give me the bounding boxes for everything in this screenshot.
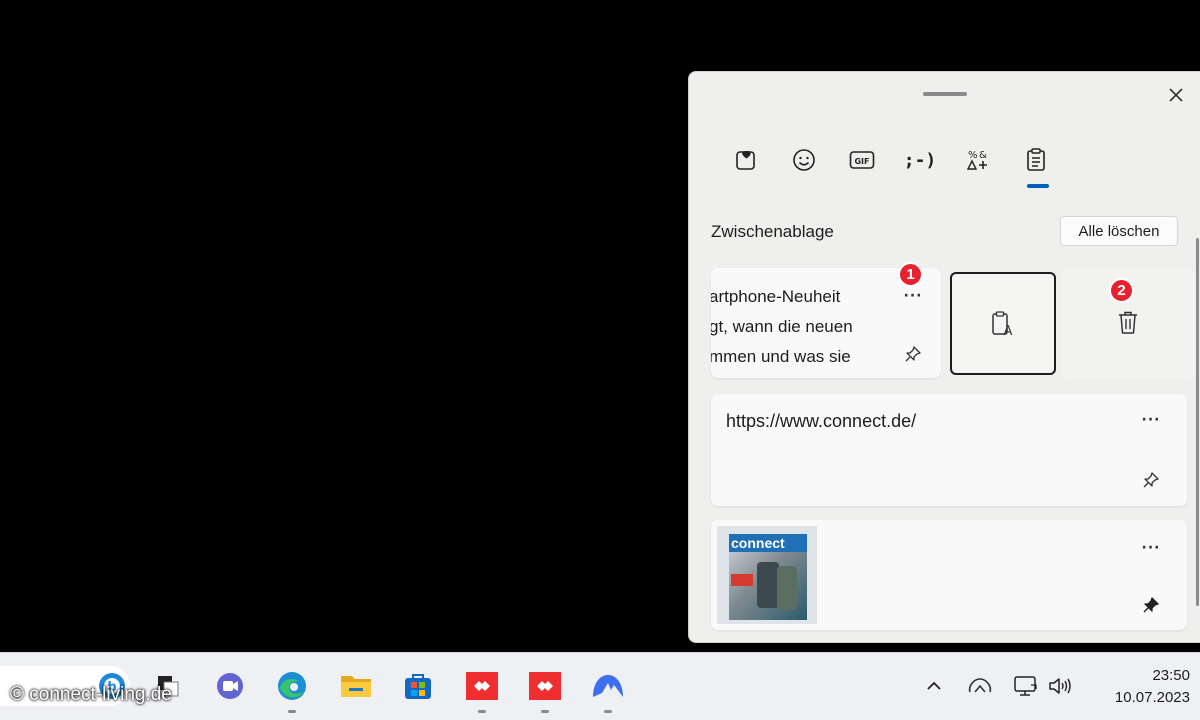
running-indicator: [288, 710, 296, 713]
pin-icon: [1143, 472, 1159, 488]
network-icon: [1014, 676, 1037, 696]
more-options-button[interactable]: ···: [1139, 538, 1163, 558]
more-options-button[interactable]: ···: [1139, 410, 1163, 430]
taskbar-store[interactable]: [400, 669, 436, 703]
favorites-icon: [736, 151, 755, 170]
magazine-phone-image: [777, 566, 797, 610]
running-indicator: [478, 710, 486, 713]
clipboard-item-text: artphone-Neuheit gt, wann die neuen mmen…: [711, 287, 853, 366]
scrollbar[interactable]: [1196, 238, 1199, 606]
taskbar: b 23:50 10.07.2023: [0, 652, 1200, 720]
file-explorer-icon: [341, 676, 371, 697]
gif-icon: GIF: [849, 151, 875, 169]
svg-text:%: %: [968, 150, 978, 161]
tray-network[interactable]: [1012, 673, 1038, 699]
magazine-cover-badge: [731, 574, 753, 586]
tab-gif[interactable]: GIF: [833, 138, 891, 182]
close-icon: [1169, 88, 1183, 102]
paste-as-text-button[interactable]: A: [950, 272, 1056, 375]
taskbar-anydesk-1[interactable]: [464, 669, 500, 703]
taskbar-edge[interactable]: [274, 669, 310, 703]
pin-button[interactable]: [1139, 468, 1163, 492]
tab-clipboard[interactable]: [1007, 138, 1065, 188]
tray-volume[interactable]: [1047, 673, 1073, 699]
edge-icon: [278, 672, 306, 700]
trash-icon: [1119, 311, 1137, 334]
svg-text:&: &: [979, 150, 987, 161]
annotation-badge-1: 1: [898, 262, 923, 287]
close-button[interactable]: [1163, 82, 1189, 108]
pin-filled-icon: [1143, 597, 1159, 613]
pin-icon: [905, 346, 921, 362]
chevron-up-icon: [927, 681, 941, 690]
annotation-badge-2: 2: [1109, 278, 1134, 303]
svg-text:A: A: [1004, 324, 1013, 338]
tab-symbols[interactable]: % &: [949, 138, 1007, 182]
gif-label: GIF: [854, 157, 869, 166]
teams-icon: [217, 673, 243, 699]
pin-button[interactable]: [901, 342, 925, 366]
magazine-thumbnail: connect: [717, 526, 817, 624]
clipboard-item[interactable]: https://www.connect.de/ ···: [711, 394, 1187, 506]
taskbar-nordvpn[interactable]: [590, 669, 626, 703]
taskbar-teams[interactable]: [212, 669, 248, 703]
drag-handle[interactable]: [923, 92, 967, 96]
show-hidden-icons-button[interactable]: [921, 673, 947, 699]
clock-time: 23:50: [1152, 667, 1190, 684]
tab-kaomoji[interactable]: ;-): [891, 138, 949, 182]
tab-favorites[interactable]: [717, 138, 775, 182]
clipboard-item-text: https://www.connect.de/: [726, 411, 917, 431]
emoji-icon: [793, 149, 815, 171]
clock-date: 10.07.2023: [1114, 689, 1190, 706]
anydesk-icon: [529, 672, 561, 700]
tab-bar: GIF ;-) % &: [717, 138, 1065, 188]
kaomoji-icon: ;-): [903, 149, 937, 171]
nordvpn-icon: [593, 675, 623, 697]
more-options-button[interactable]: ···: [901, 286, 925, 306]
tray-onedrive[interactable]: [967, 673, 993, 699]
magazine-title: connect: [731, 535, 785, 551]
clipboard-icon: [1027, 148, 1045, 171]
taskbar-file-explorer[interactable]: [338, 669, 374, 703]
anydesk-icon: [466, 672, 498, 700]
clear-all-button[interactable]: Alle löschen: [1060, 216, 1178, 246]
volume-icon: [1049, 678, 1071, 694]
paste-text-icon: A: [992, 310, 1013, 338]
taskbar-anydesk-2[interactable]: [527, 669, 563, 703]
section-title: Zwischenablage: [711, 222, 834, 241]
symbols-icon: % &: [966, 150, 987, 170]
store-icon: [405, 674, 431, 699]
clipboard-item[interactable]: connect ···: [711, 520, 1187, 630]
watermark: © connect-living.de: [10, 684, 172, 705]
running-indicator: [604, 710, 612, 713]
onedrive-icon: [968, 678, 992, 693]
unpin-button[interactable]: [1139, 593, 1163, 617]
magazine-phone-image: [757, 562, 779, 608]
tab-emoji[interactable]: [775, 138, 833, 182]
running-indicator: [541, 710, 549, 713]
clipboard-panel: GIF ;-) % & Zwischenablage Alle löschen a…: [688, 71, 1200, 643]
taskbar-clock[interactable]: 23:50 10.07.2023: [1086, 665, 1190, 709]
